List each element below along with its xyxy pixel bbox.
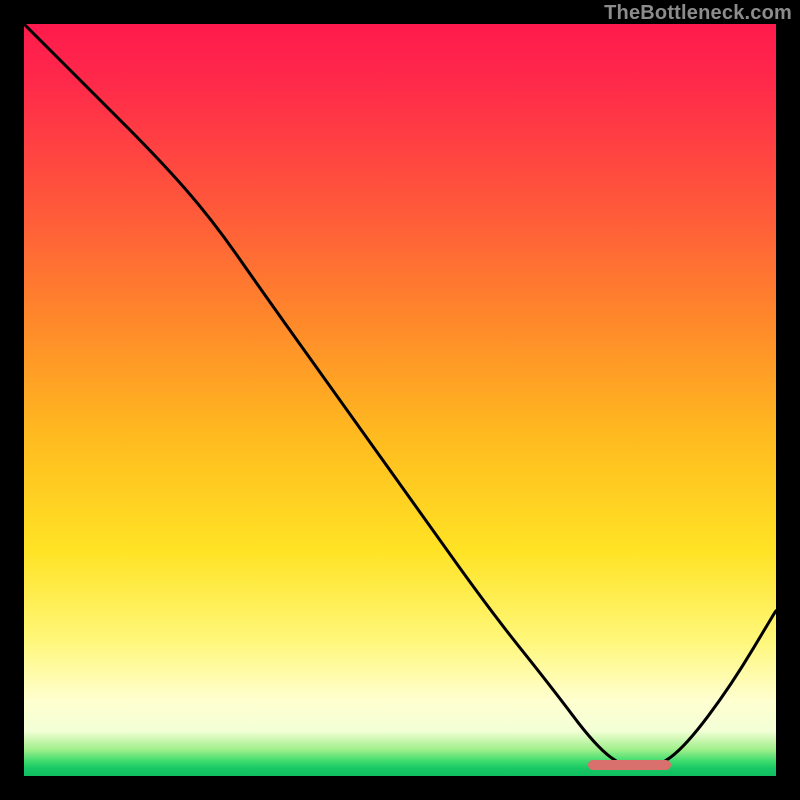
chart-container: TheBottleneck.com [0,0,800,800]
curve-svg [24,24,776,776]
curve-path [24,24,776,769]
optimal-marker [588,760,671,770]
watermark-text: TheBottleneck.com [604,2,792,25]
plot-area [24,24,776,776]
